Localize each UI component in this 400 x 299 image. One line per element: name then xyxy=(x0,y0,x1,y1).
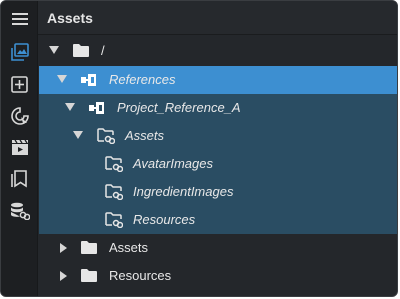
tree-row-linked-assets[interactable]: Assets xyxy=(39,122,397,150)
panel-title: Assets xyxy=(47,9,93,26)
caret-right-icon[interactable] xyxy=(60,271,67,281)
folder-icon xyxy=(73,43,89,62)
hamburger-menu-icon[interactable] xyxy=(1,4,38,34)
clapperboard-icon[interactable] xyxy=(1,132,38,162)
add-square-icon[interactable] xyxy=(1,69,38,99)
linked-folder-icon xyxy=(105,184,124,205)
bookmark-stack-icon[interactable] xyxy=(1,164,38,194)
tree-row-ingredient-images[interactable]: IngredientImages xyxy=(39,178,397,206)
tree-row-root[interactable]: / xyxy=(39,37,397,65)
references-icon xyxy=(81,73,99,92)
tree-row-label: / xyxy=(101,43,105,58)
caret-down-icon[interactable] xyxy=(65,103,75,111)
folder-icon xyxy=(81,240,97,259)
tree-row-resources[interactable]: Resources xyxy=(39,262,397,290)
folder-icon xyxy=(81,268,97,287)
sidebar xyxy=(1,1,38,296)
tree-row-label: Resources xyxy=(109,268,172,283)
database-link-icon[interactable] xyxy=(1,196,38,226)
linked-folder-icon xyxy=(105,212,124,233)
caret-down-icon[interactable] xyxy=(57,75,67,83)
tree-row-label: References xyxy=(109,72,176,87)
assets-window: Assets / References Project_Reference_A … xyxy=(0,0,398,297)
project-reference-icon xyxy=(89,101,107,120)
linked-folder-icon xyxy=(97,128,116,149)
tree-row-project-reference[interactable]: Project_Reference_A xyxy=(39,94,397,122)
caret-down-icon[interactable] xyxy=(49,46,59,54)
tree-row-label: Assets xyxy=(125,128,165,143)
tree-row-label: Assets xyxy=(109,240,149,255)
caret-right-icon[interactable] xyxy=(60,243,67,253)
asset-tree: / References Project_Reference_A Assets … xyxy=(39,37,397,296)
tree-row-assets[interactable]: Assets xyxy=(39,234,397,262)
tree-row-label: Project_Reference_A xyxy=(117,100,241,115)
palette-icon[interactable] xyxy=(1,101,38,131)
image-gallery-icon[interactable] xyxy=(1,37,38,67)
caret-down-icon[interactable] xyxy=(73,131,83,139)
tree-row-linked-resources[interactable]: Resources xyxy=(39,206,397,234)
tree-row-label: Resources xyxy=(133,212,196,227)
linked-folder-icon xyxy=(105,156,124,177)
tree-row-label: AvatarImages xyxy=(133,156,213,171)
tree-row-references[interactable]: References xyxy=(39,66,397,94)
tree-row-avatar-images[interactable]: AvatarImages xyxy=(39,150,397,178)
tree-row-label: IngredientImages xyxy=(133,184,234,199)
panel-header: Assets xyxy=(38,1,397,35)
